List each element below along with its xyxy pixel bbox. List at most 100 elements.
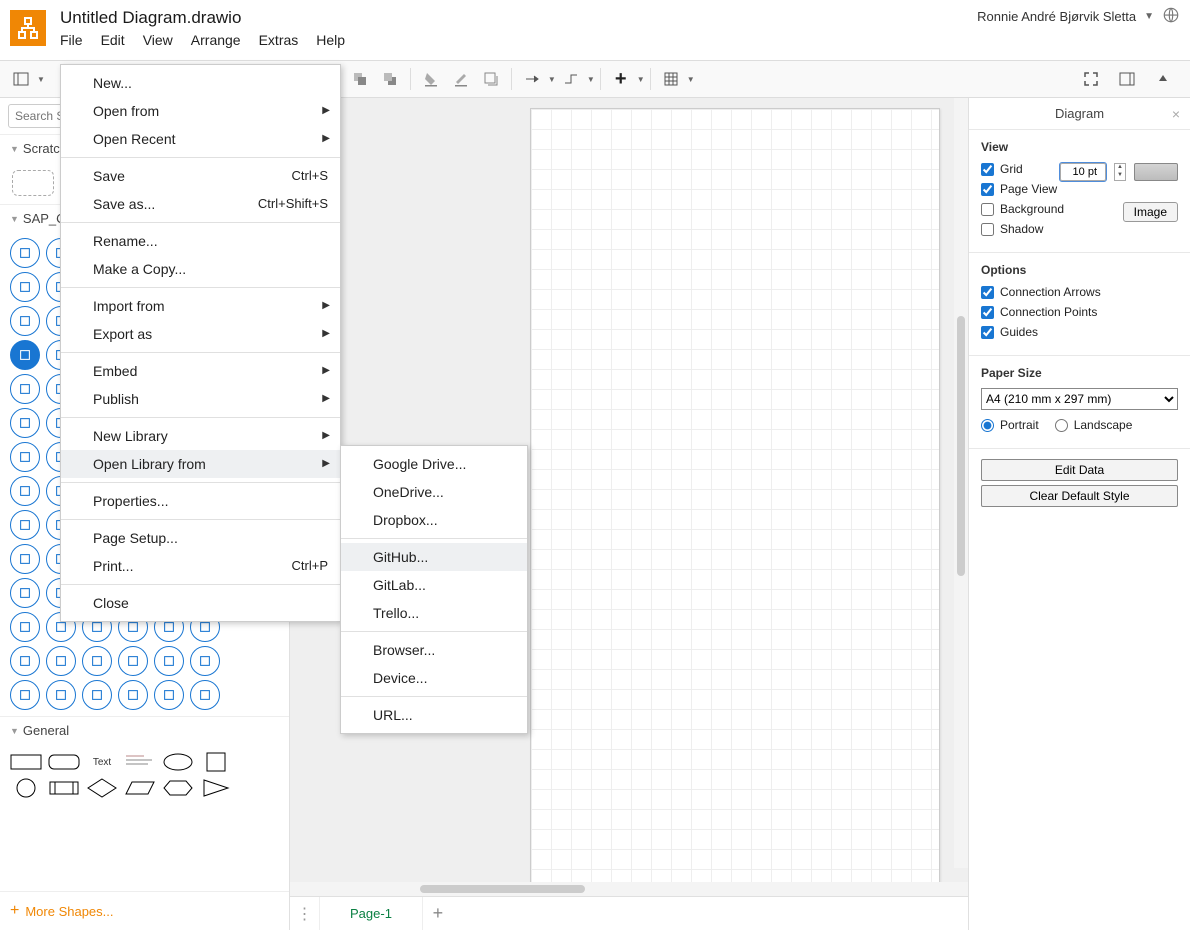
- grid-size-input[interactable]: 10 pt: [1060, 163, 1106, 181]
- shape-text[interactable]: Text: [86, 752, 118, 772]
- shape-parallelogram[interactable]: [124, 778, 156, 798]
- shape-triangle[interactable]: [200, 778, 232, 798]
- menu-item[interactable]: Publish▶: [61, 385, 340, 413]
- menu-item[interactable]: GitLab...: [341, 571, 527, 599]
- insert-icon[interactable]: +: [608, 66, 634, 92]
- shape-textbox[interactable]: [124, 752, 156, 772]
- menu-item[interactable]: Open Library from▶: [61, 450, 340, 478]
- shape-hexagon[interactable]: [162, 778, 194, 798]
- shape-circle[interactable]: [10, 778, 42, 798]
- chevron-down-icon[interactable]: ▼: [687, 75, 695, 84]
- menu-arrange[interactable]: Arrange: [191, 32, 241, 48]
- shape-stencil[interactable]: [118, 680, 148, 710]
- table-icon[interactable]: [658, 66, 684, 92]
- menu-item[interactable]: Import from▶: [61, 292, 340, 320]
- grid-color-swatch[interactable]: [1134, 163, 1178, 181]
- menu-item[interactable]: Dropbox...: [341, 506, 527, 534]
- shape-stencil[interactable]: [154, 680, 184, 710]
- portrait-radio[interactable]: Portrait: [981, 418, 1039, 432]
- shape-stencil[interactable]: [190, 680, 220, 710]
- shape-stencil[interactable]: [10, 340, 40, 370]
- shape-diamond[interactable]: [86, 778, 118, 798]
- menu-item[interactable]: Open Recent▶: [61, 125, 340, 153]
- menu-edit[interactable]: Edit: [101, 32, 125, 48]
- menu-item[interactable]: SaveCtrl+S: [61, 162, 340, 190]
- shape-stencil[interactable]: [10, 442, 40, 472]
- menu-view[interactable]: View: [143, 32, 173, 48]
- add-page-button[interactable]: +: [423, 903, 453, 924]
- background-image-button[interactable]: Image: [1123, 202, 1178, 222]
- menu-item[interactable]: New...: [61, 69, 340, 97]
- menu-item[interactable]: Embed▶: [61, 357, 340, 385]
- clear-style-button[interactable]: Clear Default Style: [981, 485, 1178, 507]
- shape-stencil[interactable]: [190, 646, 220, 676]
- connection-icon[interactable]: [519, 66, 545, 92]
- menu-item[interactable]: Make a Copy...: [61, 255, 340, 283]
- menu-item[interactable]: Print...Ctrl+P: [61, 552, 340, 580]
- guides-checkbox[interactable]: Guides: [981, 325, 1178, 339]
- menu-item[interactable]: Export as▶: [61, 320, 340, 348]
- menu-item[interactable]: Browser...: [341, 636, 527, 664]
- globe-icon[interactable]: [1162, 6, 1180, 27]
- shape-stencil[interactable]: [10, 408, 40, 438]
- more-shapes-button[interactable]: +More Shapes...: [0, 891, 289, 930]
- menu-item[interactable]: Trello...: [341, 599, 527, 627]
- landscape-radio[interactable]: Landscape: [1055, 418, 1133, 432]
- paper-size-select[interactable]: A4 (210 mm x 297 mm): [981, 388, 1178, 410]
- fullscreen-icon[interactable]: [1078, 66, 1104, 92]
- page-canvas[interactable]: [530, 108, 940, 882]
- shape-stencil[interactable]: [10, 374, 40, 404]
- shape-stencil[interactable]: [10, 306, 40, 336]
- menu-item[interactable]: Open from▶: [61, 97, 340, 125]
- line-color-icon[interactable]: [448, 66, 474, 92]
- menu-item[interactable]: GitHub...: [341, 543, 527, 571]
- general-section[interactable]: ▼General: [0, 716, 289, 744]
- shape-stencil[interactable]: [10, 544, 40, 574]
- sidebar-toggle-icon[interactable]: [8, 66, 34, 92]
- waypoint-icon[interactable]: [558, 66, 584, 92]
- shadow-checkbox[interactable]: Shadow: [981, 222, 1178, 236]
- menu-help[interactable]: Help: [316, 32, 345, 48]
- shape-stencil[interactable]: [10, 578, 40, 608]
- to-front-icon[interactable]: [347, 66, 373, 92]
- chevron-down-icon[interactable]: ▼: [37, 75, 45, 84]
- page-tab[interactable]: Page-1: [320, 897, 423, 930]
- shape-stencil[interactable]: [46, 680, 76, 710]
- shape-stencil[interactable]: [10, 680, 40, 710]
- menu-item[interactable]: URL...: [341, 701, 527, 729]
- connection-arrows-checkbox[interactable]: Connection Arrows: [981, 285, 1178, 299]
- page-menu-icon[interactable]: ⋮: [290, 897, 320, 930]
- vertical-scrollbar[interactable]: [954, 98, 968, 868]
- shape-stencil[interactable]: [82, 646, 112, 676]
- connection-points-checkbox[interactable]: Connection Points: [981, 305, 1178, 319]
- shape-roundrect[interactable]: [48, 752, 80, 772]
- shape-stencil[interactable]: [10, 612, 40, 642]
- menu-item[interactable]: Page Setup...: [61, 524, 340, 552]
- menu-item[interactable]: Properties...: [61, 487, 340, 515]
- menu-item[interactable]: Rename...: [61, 227, 340, 255]
- shape-stencil[interactable]: [118, 646, 148, 676]
- chevron-down-icon[interactable]: ▼: [548, 75, 556, 84]
- close-icon[interactable]: ×: [1172, 106, 1180, 122]
- menu-item[interactable]: New Library▶: [61, 422, 340, 450]
- menu-item[interactable]: Save as...Ctrl+Shift+S: [61, 190, 340, 218]
- shape-stencil[interactable]: [10, 510, 40, 540]
- shape-stencil[interactable]: [154, 646, 184, 676]
- shape-stencil[interactable]: [10, 476, 40, 506]
- menu-extras[interactable]: Extras: [259, 32, 299, 48]
- grid-checkbox[interactable]: Grid: [981, 162, 1023, 176]
- pageview-checkbox[interactable]: Page View: [981, 182, 1178, 196]
- menu-item[interactable]: OneDrive...: [341, 478, 527, 506]
- menu-file[interactable]: File: [60, 32, 83, 48]
- format-panel-icon[interactable]: [1114, 66, 1140, 92]
- shape-stencil[interactable]: [10, 272, 40, 302]
- shape-stencil[interactable]: [10, 646, 40, 676]
- shape-rect[interactable]: [10, 752, 42, 772]
- background-checkbox[interactable]: Background: [981, 202, 1064, 216]
- grid-stepper[interactable]: ▲▼: [1114, 163, 1126, 181]
- chevron-down-icon[interactable]: ▼: [587, 75, 595, 84]
- collapse-icon[interactable]: [1150, 66, 1176, 92]
- shape-stencil[interactable]: [82, 680, 112, 710]
- to-back-icon[interactable]: [377, 66, 403, 92]
- shape-square[interactable]: [200, 752, 232, 772]
